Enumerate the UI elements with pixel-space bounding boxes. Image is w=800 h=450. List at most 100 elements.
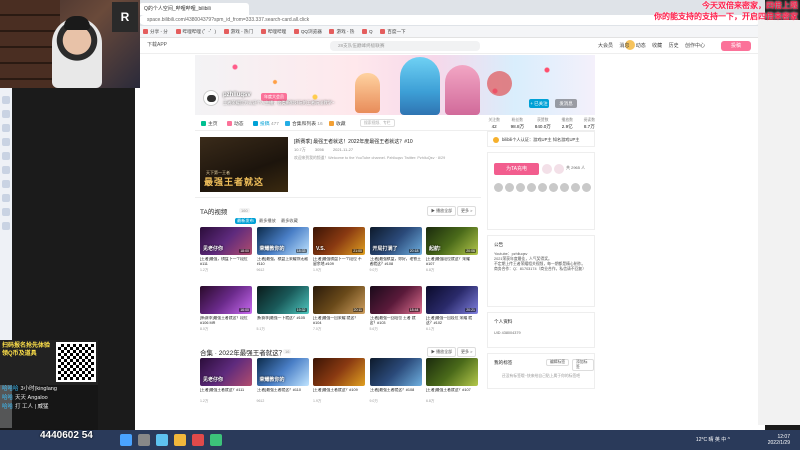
toolbar-icon[interactable] (2, 152, 10, 160)
toolbar-icon[interactable] (2, 208, 10, 216)
fan-avatar[interactable] (505, 183, 514, 192)
nav-history[interactable]: 历史 (669, 43, 679, 49)
message-button[interactable]: 发消息 (555, 99, 577, 108)
download-app-link[interactable]: 下载APP (147, 41, 167, 48)
video-thumbnail[interactable]: 荣耀教你的 18:33 (256, 227, 309, 255)
nav-favorites[interactable]: 收藏 (652, 43, 662, 49)
search-icon[interactable] (138, 434, 150, 446)
browser-tab[interactable]: Q的个人空间_哔哩哔哩_bilibili (139, 3, 249, 15)
video-title[interactable]: [王者]最强王者就这？#109 (313, 388, 365, 398)
tab-home[interactable]: 主页 (201, 120, 218, 127)
video-card[interactable]: [王者]最强王者就这？#109 1.9万 (313, 358, 365, 412)
toolbar-icon[interactable] (2, 124, 10, 132)
toolbar-icon[interactable] (2, 194, 10, 202)
toolbar-icon[interactable] (2, 222, 10, 230)
sort-most-fav[interactable]: 最多收藏 (281, 218, 298, 224)
featured-title[interactable]: [新赛季] 最强王者就这！2022年度最强王者就这？#10 (294, 138, 413, 145)
fan-avatar[interactable] (549, 183, 558, 192)
toolbar-icon[interactable] (2, 96, 10, 104)
follow-button[interactable]: + 已关注 (529, 99, 549, 108)
video-card[interactable]: 起航! 20:06 [王者]最强段位就这？荣耀#107 6.8万 (426, 227, 478, 281)
bookmark-item[interactable]: 分享 - 分 (143, 26, 168, 38)
video-thumbnail[interactable]: 19:32 (256, 286, 309, 314)
fan-avatar[interactable] (516, 183, 525, 192)
stat-following[interactable]: 关注数 42 (489, 118, 500, 129)
video-title[interactable]: [王者]最强王者就这？#108 (370, 388, 422, 398)
video-thumbnail[interactable]: 荣耀教你的 (256, 358, 309, 386)
video-card[interactable]: 荣耀教你的 18:33 [王者]最强，棋盘上荣耀你无敌 #110 9612 (256, 227, 309, 281)
video-title[interactable]: [王者]最强，棋盘下一个段位 #111 (200, 257, 252, 267)
sort-most-played[interactable]: 最多播放 (259, 218, 276, 224)
video-title[interactable]: [新赛季]最强王者就这？段位 #106 MR (200, 316, 252, 326)
video-title[interactable]: [新赛季]最强一下就这？#105 (257, 316, 309, 326)
video-title[interactable]: [王者]最强，棋盘上荣耀你无敌 #110 (257, 257, 309, 267)
tab-collections[interactable]: 合集和列表 16 (285, 120, 323, 127)
nav-messages[interactable]: 消息 (619, 43, 629, 49)
video-title[interactable]: [王者]最强一回段位 荣耀 就这？#102 (426, 316, 478, 326)
video-title[interactable]: [王者]最强棋盘下一个段位 不留余地 #109 (313, 257, 365, 267)
video-card[interactable]: [王者]最强王者就这？#108 9.0万 (369, 358, 422, 412)
tab-uploads[interactable]: 投稿 477 (253, 120, 279, 127)
video-card[interactable]: 见老仔你 [王者]最强王者就这？#111 1.2万 (200, 358, 252, 412)
video-thumbnail[interactable] (426, 358, 478, 386)
play-all-button[interactable]: ▶ 播放全部 (427, 206, 457, 216)
featured-thumbnail[interactable]: 天下第一王者 最强王者就这 (200, 137, 288, 192)
video-card[interactable]: 19:32 [新赛季]最强一下就这？#105 5.1万 (256, 286, 309, 340)
space-search-input[interactable]: 搜索视频、专栏 (360, 119, 395, 127)
system-tray[interactable]: 12°C 晴 英 中 ^ (696, 436, 730, 443)
bookmark-item[interactable]: 哔哩哔哩 (゜-゜) (175, 26, 216, 38)
bookmark-item[interactable]: 哔哩哔哩 (260, 26, 286, 38)
stat-fans[interactable]: 粉丝数 98.8万 (511, 118, 525, 130)
nav-creator[interactable]: 创作中心 (685, 43, 705, 49)
nav-dynamic[interactable]: 动态 (636, 43, 646, 49)
start-icon[interactable] (120, 434, 132, 446)
video-card[interactable]: 开局打满了 20:18 [王者]最强棋盘，你好，老铁王者就这？#108 9.0万 (369, 227, 422, 281)
tab-favorites[interactable]: 收藏 (329, 120, 346, 127)
clock[interactable]: 12:07 2022/1/29 (768, 434, 790, 446)
search-input[interactable]: 28支队伍巅峰终极联赛 (330, 41, 480, 51)
play-all-button[interactable]: ▶ 播放全部 (427, 347, 457, 357)
charge-button[interactable]: 为TA充电 (494, 163, 539, 175)
featured-video[interactable]: 天下第一王者 最强王者就这 [新赛季] 最强王者就这！2022年度最强王者就这？… (195, 131, 481, 198)
bookmark-item[interactable]: Q (362, 26, 373, 38)
edit-tags-button[interactable]: 编辑标签 (546, 359, 570, 366)
toolbar-icon[interactable] (2, 110, 10, 118)
fan-avatar[interactable] (494, 183, 503, 192)
fan-avatar[interactable] (527, 183, 536, 192)
bookmark-item[interactable]: 游戏 - 热门 (223, 26, 253, 38)
video-thumbnail[interactable] (369, 358, 422, 386)
fan-avatar[interactable] (571, 183, 580, 192)
video-title[interactable]: [王者]最强一回段位 王者 就这？#103 (370, 316, 422, 326)
toolbar-icon[interactable] (2, 138, 10, 146)
toolbar-icon[interactable] (2, 180, 10, 188)
fan-avatar[interactable] (582, 183, 591, 192)
video-thumbnail[interactable]: 见老仔你 18:00 (200, 227, 252, 255)
upload-button[interactable]: 投稿 (721, 41, 751, 51)
video-thumbnail[interactable]: 16:00 (200, 286, 252, 314)
video-card[interactable]: 20:11 [王者]最强一回荣耀 就这？#104 7.0万 (313, 286, 365, 340)
toolbar-icon[interactable] (2, 166, 10, 174)
video-title[interactable]: [王者]最强王者就这？#107 (426, 388, 478, 398)
video-title[interactable]: [王者]最强王者就这？#111 (200, 388, 252, 398)
up-avatar[interactable] (203, 90, 219, 106)
bookmark-item[interactable]: QQ浏览器 (293, 26, 322, 38)
video-thumbnail[interactable]: 见老仔你 (200, 358, 252, 386)
video-card[interactable]: 20:21 [王者]最强一回段位 荣耀 就这？#102 6.1万 (426, 286, 478, 340)
video-card[interactable]: 16:00 [新赛季]最强王者就这？段位 #106 MR 8.0万 (200, 286, 252, 340)
folder-icon[interactable] (174, 434, 186, 446)
video-card[interactable]: [王者]最强王者就这？#107 6.8万 (426, 358, 478, 412)
add-tag-button[interactable]: 添加标签 (572, 359, 594, 371)
video-thumbnail[interactable]: 起航! 20:06 (426, 227, 478, 255)
video-title[interactable]: [王者]最强棋盘，你好，老铁王者就这？#108 (370, 257, 422, 267)
video-card[interactable]: V.S. 21:00 [王者]最强棋盘下一个段位 不留余地 #109 1.9万 (313, 227, 365, 281)
bookmark-item[interactable]: 百度一下 (380, 26, 406, 38)
more-button[interactable]: 更多 > (457, 347, 477, 357)
browser-icon[interactable] (156, 434, 168, 446)
collection-title[interactable]: 合集 · 2022年最强王者就这？ (200, 347, 285, 357)
sort-newest[interactable]: 最新发布 (235, 218, 256, 224)
video-card[interactable]: 荣耀教你的 [王者]最强王者就这？#110 9612 (256, 358, 309, 412)
tab-dynamic[interactable]: 动态 (227, 120, 244, 127)
video-card[interactable]: 见老仔你 18:00 [王者]最强，棋盘下一个段位 #111 1.2万 (200, 227, 252, 281)
video-title[interactable]: [王者]最强段位就这？荣耀#107 (426, 257, 478, 267)
video-title[interactable]: [王者]最强一回荣耀 就这？#104 (313, 316, 365, 326)
